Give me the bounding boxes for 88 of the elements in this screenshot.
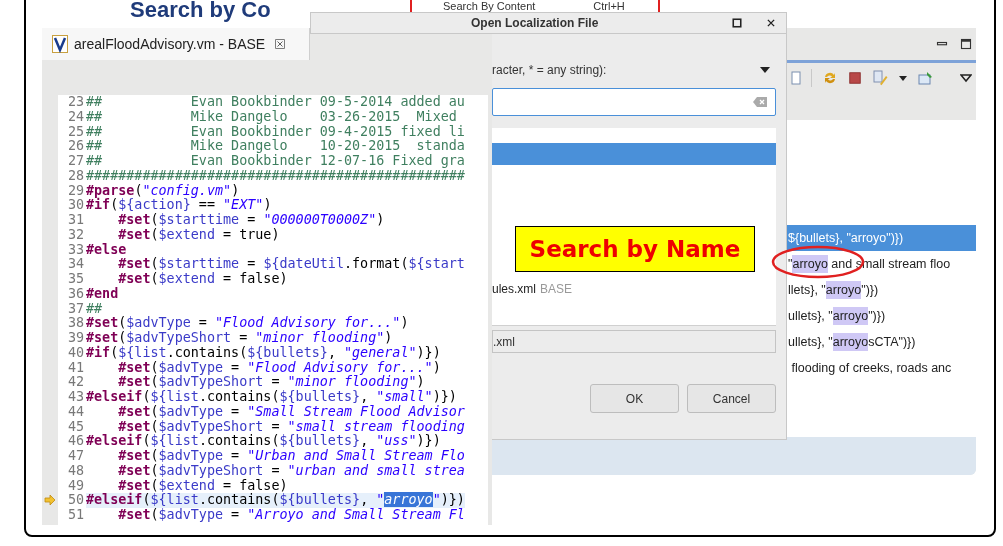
code-line: #elseif(${list.contains(${bullets}, "uss")}) [86, 434, 441, 449]
line-number: 32 [66, 227, 85, 243]
code-line: ## Evan Bookbinder 09-5-2014 added au [86, 95, 465, 110]
caret-down-icon [760, 66, 770, 74]
code-line: #set($extend = false) [118, 478, 288, 493]
code-line: #set($advType = "Flood Advisory for...") [117, 360, 441, 376]
path-field: .xml [492, 330, 776, 353]
line-number: 40 [66, 345, 85, 361]
pin-icon [918, 70, 934, 86]
code-line: #elseif(${list.contains(${bullets}, "small")}) [86, 390, 457, 405]
code-line: ## Mike Dangelo 10-20-2015 standa [86, 139, 465, 154]
line-number: 27 [66, 154, 85, 169]
code-line: #set($starttime = "000000T0000Z") [117, 213, 385, 228]
code-line: ## Evan Bookbinder 12-07-16 Fixed gra [86, 154, 465, 169]
dialog-button[interactable]: Cancel [687, 384, 776, 413]
slide-title: Search by Co [130, 0, 271, 22]
line-number: 28 [66, 168, 85, 184]
line-number: 35 [66, 272, 85, 287]
line-number: 42 [66, 375, 85, 390]
document-icon [791, 71, 801, 85]
line-number: 29 [66, 183, 85, 199]
arrow-right-icon [44, 495, 56, 506]
code-line: #set($advTypeShort = "urban and small strea [117, 463, 465, 479]
code-line: #if(${action} == "EXT") [86, 198, 272, 213]
line-number: 44 [66, 404, 85, 420]
close-icon [766, 18, 776, 28]
clear-icon [753, 97, 767, 107]
search-result-row[interactable]: ullets}, "arroyosCTA")}) [787, 329, 976, 355]
line-number: 25 [66, 124, 85, 140]
code-line: ## Evan Bookbinder 09-4-2015 fixed li [86, 124, 465, 139]
line-number: 38 [66, 316, 85, 331]
line-number: 26 [66, 139, 85, 154]
line-number: 36 [66, 286, 85, 302]
view-menu-icon [960, 73, 972, 83]
code-line: #set($extend = false) [118, 272, 288, 287]
line-number: 23 [66, 95, 85, 110]
line-number: 48 [66, 463, 85, 479]
filter-label: racter, * = any string): [492, 62, 607, 79]
code-line: #set($extend = true) [117, 227, 280, 243]
v-file-icon [52, 35, 68, 53]
result-item[interactable]: ules.xml BASE [492, 278, 776, 300]
line-number: 34 [66, 257, 85, 272]
search-result-row[interactable]: flooding of creeks, roads anc [787, 355, 976, 381]
line-number: 46 [66, 434, 85, 449]
filter-input[interactable] [492, 88, 776, 116]
line-number: 45 [66, 419, 85, 435]
dialog-button[interactable]: OK [590, 384, 679, 413]
sync-icon [822, 70, 838, 86]
line-number: 43 [66, 390, 85, 405]
menu-shortcut: Ctrl+H [593, 0, 625, 12]
line-number: 49 [66, 478, 85, 494]
code-line: #set($advType = "Flood Advisory for...") [86, 316, 409, 331]
code-line: #set($advType = "Arroyo and Small Stream Fl [117, 508, 465, 523]
code-line: ############################################### [86, 168, 465, 184]
edit-icon [872, 70, 888, 86]
code-line: #set($starttime = ${dateUtil.format(${start [117, 257, 465, 272]
caret-down-icon [898, 73, 908, 83]
code-line: ## [86, 301, 103, 317]
line-number: 31 [66, 213, 85, 228]
code-line: #set($advType = "Urban and Small Stream Flo [117, 449, 465, 464]
stop-icon [848, 71, 862, 85]
maximize-button[interactable] [730, 16, 744, 30]
editor-tab[interactable]: arealFloodAdvisory.vm - BASE [42, 28, 310, 60]
line-number: 41 [66, 360, 85, 376]
code-line: ## Mike Dangelo 03-26-2015 Mixed [86, 109, 457, 125]
line-number: 33 [66, 242, 85, 258]
code-line: #end [86, 286, 119, 302]
code-line: #set($advType = "Small Stream Flood Advisor [117, 404, 465, 420]
maximize-icon [732, 18, 742, 28]
code-line: #else [86, 242, 127, 258]
code-line: #if(${list.contains(${bullets}, "general")}) [86, 345, 441, 361]
line-number: 51 [66, 508, 85, 523]
line-number: 37 [66, 301, 85, 317]
menu-item[interactable]: Search By Content [443, 0, 536, 12]
search-result-row[interactable]: llets}, "arroyo")}) [787, 277, 976, 303]
code-line: #parse("config.vm") [86, 183, 240, 199]
line-number: 50 [66, 493, 85, 508]
callout-label: Search by Name [515, 226, 755, 272]
dialog-title: Open Localization File [471, 15, 599, 32]
search-result-row[interactable]: ullets}, "arroyo")}) [787, 303, 976, 329]
line-number: 30 [66, 198, 85, 213]
code-line: #set($advTypeShort = "minor flooding") [86, 331, 393, 345]
close-icon [275, 39, 286, 49]
code-line: #set($advTypeShort = "minor flooding") [118, 375, 425, 390]
line-number: 39 [66, 331, 85, 346]
line-number: 24 [66, 109, 85, 125]
maximize-icon [960, 38, 972, 50]
line-number: 47 [66, 449, 85, 464]
